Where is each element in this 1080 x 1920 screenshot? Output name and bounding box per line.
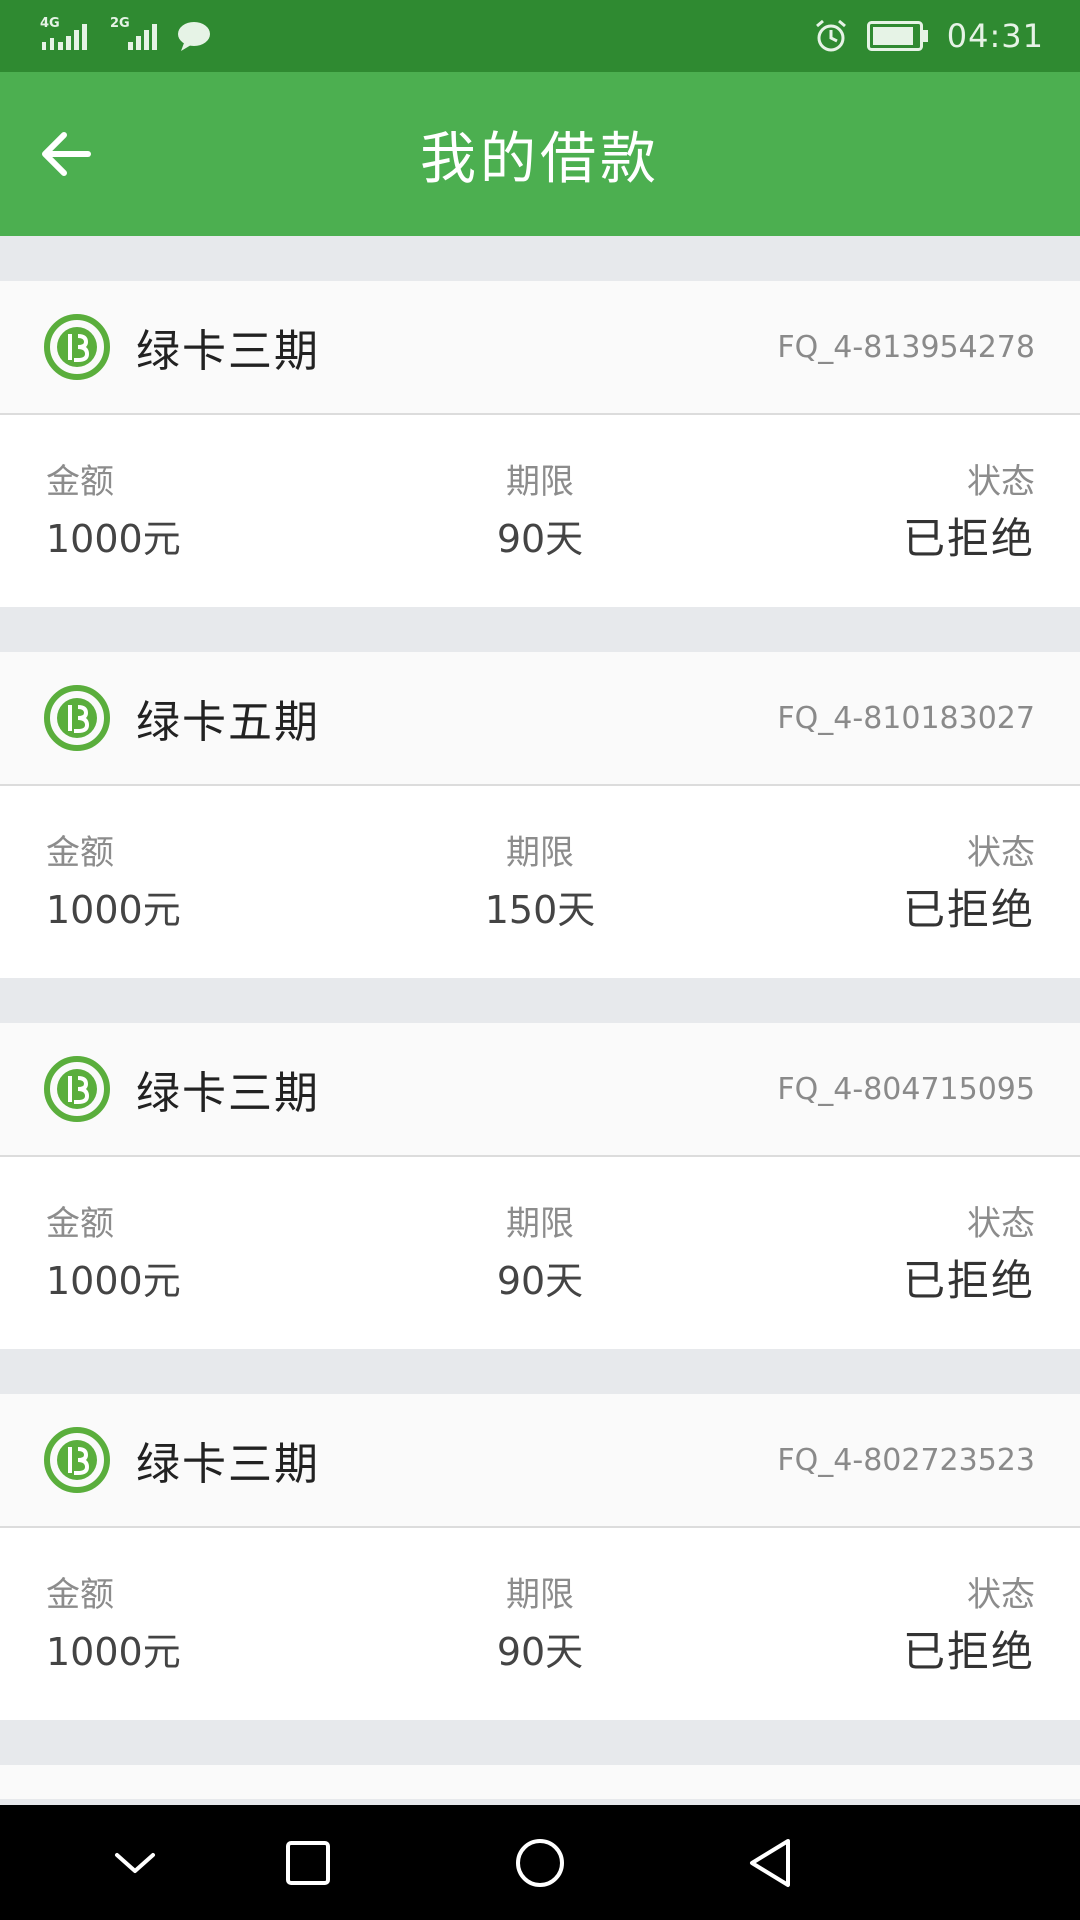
home-icon (516, 1838, 564, 1887)
loan-card-header: 绿卡三期 FQ_4-802723523 (0, 1394, 1080, 1528)
product-name: 绿卡三期 (136, 326, 320, 377)
product-name: 绿卡三期 (136, 1068, 320, 1119)
status-right: 04:31 (813, 14, 1044, 58)
order-number: FQ_4-802723523 (777, 1442, 1035, 1478)
term-label: 期限 (506, 833, 574, 873)
status-value: 已拒绝 (902, 1256, 1035, 1305)
network-type-2: 2G (110, 16, 130, 31)
term-value: 150天 (484, 888, 596, 932)
loan-card-body: 金额 1000元 期限 90天 状态 已拒绝 (0, 415, 1080, 607)
collapse-icon (115, 1852, 155, 1873)
loan-card-body: 金额 1000元 期限 90天 状态 已拒绝 (0, 1157, 1080, 1349)
status-bar: 4G 2G 04:31 (0, 0, 1080, 72)
status-value: 已拒绝 (902, 1627, 1035, 1676)
amount-label: 金额 (46, 462, 114, 502)
status-label: 状态 (967, 1204, 1035, 1244)
term-value: 90天 (496, 1259, 584, 1303)
message-icon (176, 19, 212, 53)
amount-column: 金额 1000元 (46, 830, 181, 940)
amount-value: 1000元 (46, 1630, 181, 1674)
loan-card[interactable]: 绿卡三期 FQ_4-804715095 金额 1000元 期限 90天 状态 已… (0, 1023, 1080, 1349)
network-type-1: 4G (40, 16, 60, 31)
amount-label: 金额 (46, 833, 114, 873)
battery-icon (866, 21, 929, 51)
system-nav-bar (0, 1805, 1080, 1920)
loan-card-header: 绿卡三期 FQ_4-804715095 (0, 1023, 1080, 1157)
status-column: 状态 已拒绝 (903, 1201, 1035, 1311)
order-number: FQ_4-804715095 (777, 1071, 1035, 1107)
greencard-logo-icon (44, 1056, 110, 1122)
back-nav-button[interactable] (710, 1805, 830, 1920)
term-value: 90天 (496, 1630, 584, 1674)
status-value: 已拒绝 (902, 514, 1035, 563)
signal-4g-icon: 4G (40, 16, 96, 56)
amount-column: 金额 1000元 (46, 459, 181, 569)
product-name: 绿卡五期 (136, 697, 320, 748)
page-title: 我的借款 (420, 126, 660, 192)
greencard-logo-icon (44, 685, 110, 751)
term-column: 期限 90天 (340, 459, 740, 569)
loan-card-header: 绿卡三期 FQ_4-813954278 (0, 281, 1080, 415)
order-number: FQ_4-810183027 (777, 700, 1035, 736)
order-number: FQ_4-813954278 (777, 329, 1035, 365)
loan-list: 绿卡三期 FQ_4-813954278 金额 1000元 期限 90天 状态 已… (0, 236, 1080, 1799)
loan-card-header: 绿卡五期 FQ_4-810183027 (0, 652, 1080, 786)
back-icon (750, 1838, 790, 1887)
loan-card-body: 金额 1000元 期限 150天 状态 已拒绝 (0, 786, 1080, 978)
status-column: 状态 已拒绝 (903, 830, 1035, 940)
amount-label: 金额 (46, 1575, 114, 1615)
loan-card[interactable]: 绿卡五期 FQ_4-810183027 金额 1000元 期限 150天 状态 … (0, 652, 1080, 978)
status-label: 状态 (967, 833, 1035, 873)
greencard-logo-icon (44, 1427, 110, 1493)
amount-value: 1000元 (46, 888, 181, 932)
term-label: 期限 (506, 1575, 574, 1615)
recents-button[interactable] (248, 1805, 368, 1920)
status-column: 状态 已拒绝 (903, 1572, 1035, 1682)
term-value: 90天 (496, 517, 584, 561)
signal-2g-icon: 2G (110, 16, 162, 56)
amount-value: 1000元 (46, 1259, 181, 1303)
status-label: 状态 (967, 1575, 1035, 1615)
loan-card[interactable]: 绿卡三期 FQ_4-813954278 金额 1000元 期限 90天 状态 已… (0, 281, 1080, 607)
recents-icon (286, 1840, 330, 1885)
status-value: 已拒绝 (902, 885, 1035, 934)
amount-column: 金额 1000元 (46, 1201, 181, 1311)
amount-column: 金额 1000元 (46, 1572, 181, 1682)
term-label: 期限 (506, 462, 574, 502)
amount-value: 1000元 (46, 517, 181, 561)
home-button[interactable] (480, 1805, 600, 1920)
term-label: 期限 (506, 1204, 574, 1244)
status-label: 状态 (967, 462, 1035, 502)
status-time: 04:31 (946, 17, 1044, 55)
status-column: 状态 已拒绝 (903, 459, 1035, 569)
loan-card-partial[interactable] (0, 1765, 1080, 1799)
app-bar: 我的借款 (0, 72, 1080, 236)
loan-card[interactable]: 绿卡三期 FQ_4-802723523 金额 1000元 期限 90天 状态 已… (0, 1394, 1080, 1720)
amount-label: 金额 (46, 1204, 114, 1244)
collapse-button[interactable] (75, 1805, 195, 1920)
term-column: 期限 90天 (340, 1201, 740, 1311)
loan-card-body: 金额 1000元 期限 90天 状态 已拒绝 (0, 1528, 1080, 1720)
product-name: 绿卡三期 (136, 1439, 320, 1490)
status-left: 4G 2G (40, 14, 212, 58)
term-column: 期限 90天 (340, 1572, 740, 1682)
alarm-icon (813, 18, 849, 54)
term-column: 期限 150天 (340, 830, 740, 940)
greencard-logo-icon (44, 314, 110, 380)
